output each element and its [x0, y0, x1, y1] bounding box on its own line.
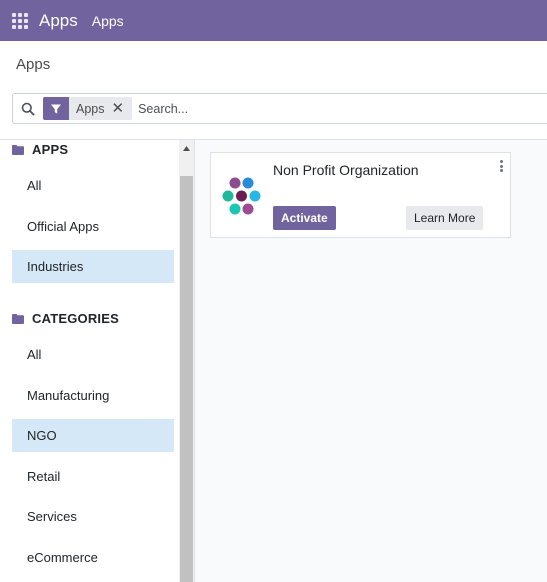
apps-section-header: APPS [12, 142, 68, 157]
search-panel-sidebar: APPS All Official Apps Industries CATEGO… [0, 140, 195, 582]
grid-icon [12, 12, 28, 29]
scrollbar-thumb[interactable] [180, 176, 193, 582]
sidebar-item-services[interactable]: Services [12, 500, 174, 533]
sidebar-scrollbar[interactable] [179, 140, 194, 582]
sidebar-item-label: Industries [27, 259, 84, 274]
sidebar-item-all-categories[interactable]: All [12, 338, 174, 371]
sidebar-item-retail[interactable]: Retail [12, 460, 174, 493]
apps-section-title: APPS [32, 142, 69, 157]
non-profit-organization-logo-icon [219, 173, 265, 219]
sidebar-item-label: eCommerce [27, 550, 98, 565]
facet-label: Apps [76, 101, 105, 116]
learn-more-button[interactable]: Learn More [406, 206, 484, 230]
breadcrumb: Apps [16, 56, 51, 73]
app-brand[interactable]: Apps [39, 11, 78, 31]
folder-icon [12, 313, 24, 324]
sidebar-item-label: Retail [27, 469, 61, 484]
kanban-content: Non Profit Organization Activate Learn M… [195, 140, 547, 582]
search-input[interactable] [138, 97, 439, 120]
sidebar-item-label: Official Apps [27, 219, 100, 234]
folder-icon [12, 144, 24, 155]
sidebar-item-manufacturing[interactable]: Manufacturing [12, 379, 174, 412]
sidebar-item-ecommerce[interactable]: eCommerce [12, 541, 174, 574]
filter-icon [43, 97, 69, 120]
apps-menu-button[interactable] [0, 0, 40, 41]
facet-remove-icon[interactable]: ✕ [110, 97, 133, 120]
app-card-title: Non Profit Organization [273, 162, 419, 178]
sidebar-item-label: All [27, 178, 42, 193]
sidebar-item-official-apps[interactable]: Official Apps [12, 210, 174, 243]
sidebar-item-label: Manufacturing [27, 388, 110, 403]
search-bar: Apps ✕ [12, 93, 547, 124]
top-navbar: Apps Apps [0, 0, 547, 41]
sidebar-item-label: All [27, 347, 42, 362]
search-facet: Apps ✕ [43, 97, 133, 120]
sidebar-item-ngo[interactable]: NGO [12, 419, 174, 452]
app-card[interactable]: Non Profit Organization Activate Learn M… [210, 152, 511, 238]
vertical-ellipsis-icon[interactable] [497, 159, 505, 173]
activate-button[interactable]: Activate [273, 206, 336, 230]
sidebar-item-label: NGO [27, 428, 57, 443]
scroll-up-arrow-icon[interactable] [179, 140, 194, 157]
nav-menu-item-apps[interactable]: Apps [92, 12, 124, 29]
sidebar-item-industries[interactable]: Industries [12, 250, 174, 283]
categories-section-header: CATEGORIES [12, 311, 119, 326]
control-panel: Apps Apps ✕ [0, 41, 547, 140]
sidebar-item-label: Services [27, 509, 77, 524]
categories-section-title: CATEGORIES [32, 311, 119, 326]
search-icon[interactable] [13, 94, 43, 123]
sidebar-item-all-apps[interactable]: All [12, 169, 174, 202]
